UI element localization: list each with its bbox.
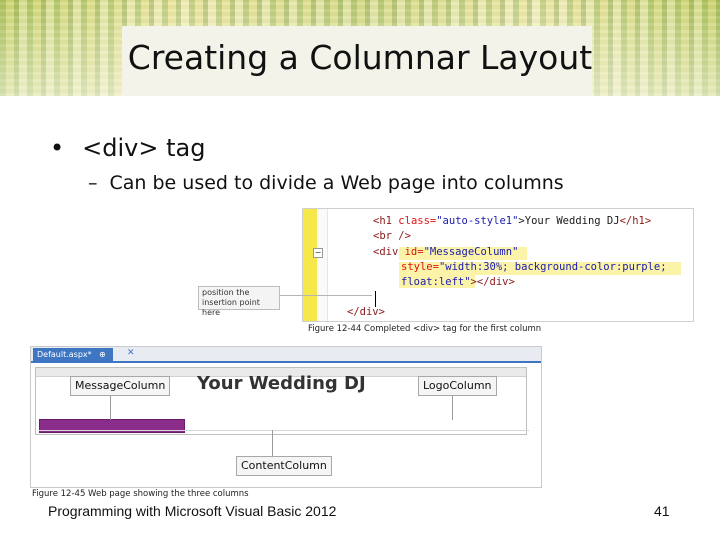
- code-line-6: </div>: [347, 306, 385, 318]
- page-number: 41: [654, 503, 670, 519]
- divider: [39, 430, 529, 431]
- sub-bullet-text: Can be used to divide a Web page into co…: [109, 172, 564, 194]
- code-token: </div>: [347, 306, 385, 318]
- code-line-2: <br />: [373, 230, 411, 242]
- slide-title: Creating a Columnar Layout: [127, 38, 593, 77]
- code-editor-figure: − <h1 class="auto-style1">Your Wedding D…: [302, 208, 694, 322]
- code-token: class=: [398, 215, 437, 227]
- code-token: "MessageColumn": [423, 246, 519, 258]
- code-token: float:left": [401, 276, 471, 288]
- code-line-4: style="width:30%; background-color:purpl…: [401, 261, 667, 273]
- content-column-label: ContentColumn: [236, 456, 332, 476]
- dash-icon: –: [88, 172, 98, 194]
- code-token: <br />: [373, 230, 411, 242]
- bullet-text: <div> tag: [82, 134, 206, 162]
- collapse-icon: −: [313, 248, 323, 258]
- figure-12-45-caption: Figure 12-45 Web page showing the three …: [32, 489, 249, 499]
- code-line-5: float:left"></div>: [401, 276, 515, 288]
- code-line-1: <h1 class="auto-style1">Your Wedding DJ<…: [373, 215, 651, 227]
- code-token: ></div>: [470, 276, 515, 288]
- change-indicator-gutter: [303, 209, 317, 321]
- code-token: >Your Wedding DJ: [518, 215, 620, 227]
- callout-line: [452, 396, 453, 420]
- callout-line: [280, 295, 372, 296]
- code-line-3: <div id="MessageColumn": [373, 246, 518, 258]
- sub-bullet-item: – Can be used to divide a Web page into c…: [88, 172, 564, 194]
- insertion-cursor: [375, 291, 376, 307]
- code-token: <h1: [373, 215, 399, 227]
- slide-footer: Programming with Microsoft Visual Basic …: [48, 503, 337, 519]
- code-token: </h1>: [619, 215, 652, 227]
- editor-tab-bar: Default.aspx* ⊕ ✕ ✕: [31, 347, 541, 372]
- callout-line: [272, 430, 273, 456]
- tab-default-aspx[interactable]: Default.aspx* ⊕ ✕: [33, 348, 113, 372]
- figure-12-44-caption: Figure 12-44 Completed <div> tag for the…: [308, 324, 542, 334]
- close-icon[interactable]: ✕: [127, 348, 135, 358]
- code-token: id=: [404, 246, 424, 258]
- page-heading: Your Wedding DJ: [197, 373, 366, 394]
- tab-label: Default.aspx*: [37, 350, 92, 359]
- bullet-dot-icon: •: [50, 134, 65, 162]
- message-column-label: MessageColumn: [70, 376, 171, 396]
- code-token: "width:30%; background-color:purple;: [438, 261, 667, 273]
- code-token: style=: [401, 261, 439, 273]
- code-token: "auto-style1": [436, 215, 519, 227]
- bullet-item: • <div> tag: [50, 134, 205, 162]
- logo-column-label: LogoColumn: [418, 376, 497, 396]
- code-token: <div: [373, 246, 405, 258]
- callout-line: [110, 396, 111, 420]
- line-gutter: [317, 209, 328, 321]
- insertion-point-callout: position the insertion point here: [198, 286, 280, 317]
